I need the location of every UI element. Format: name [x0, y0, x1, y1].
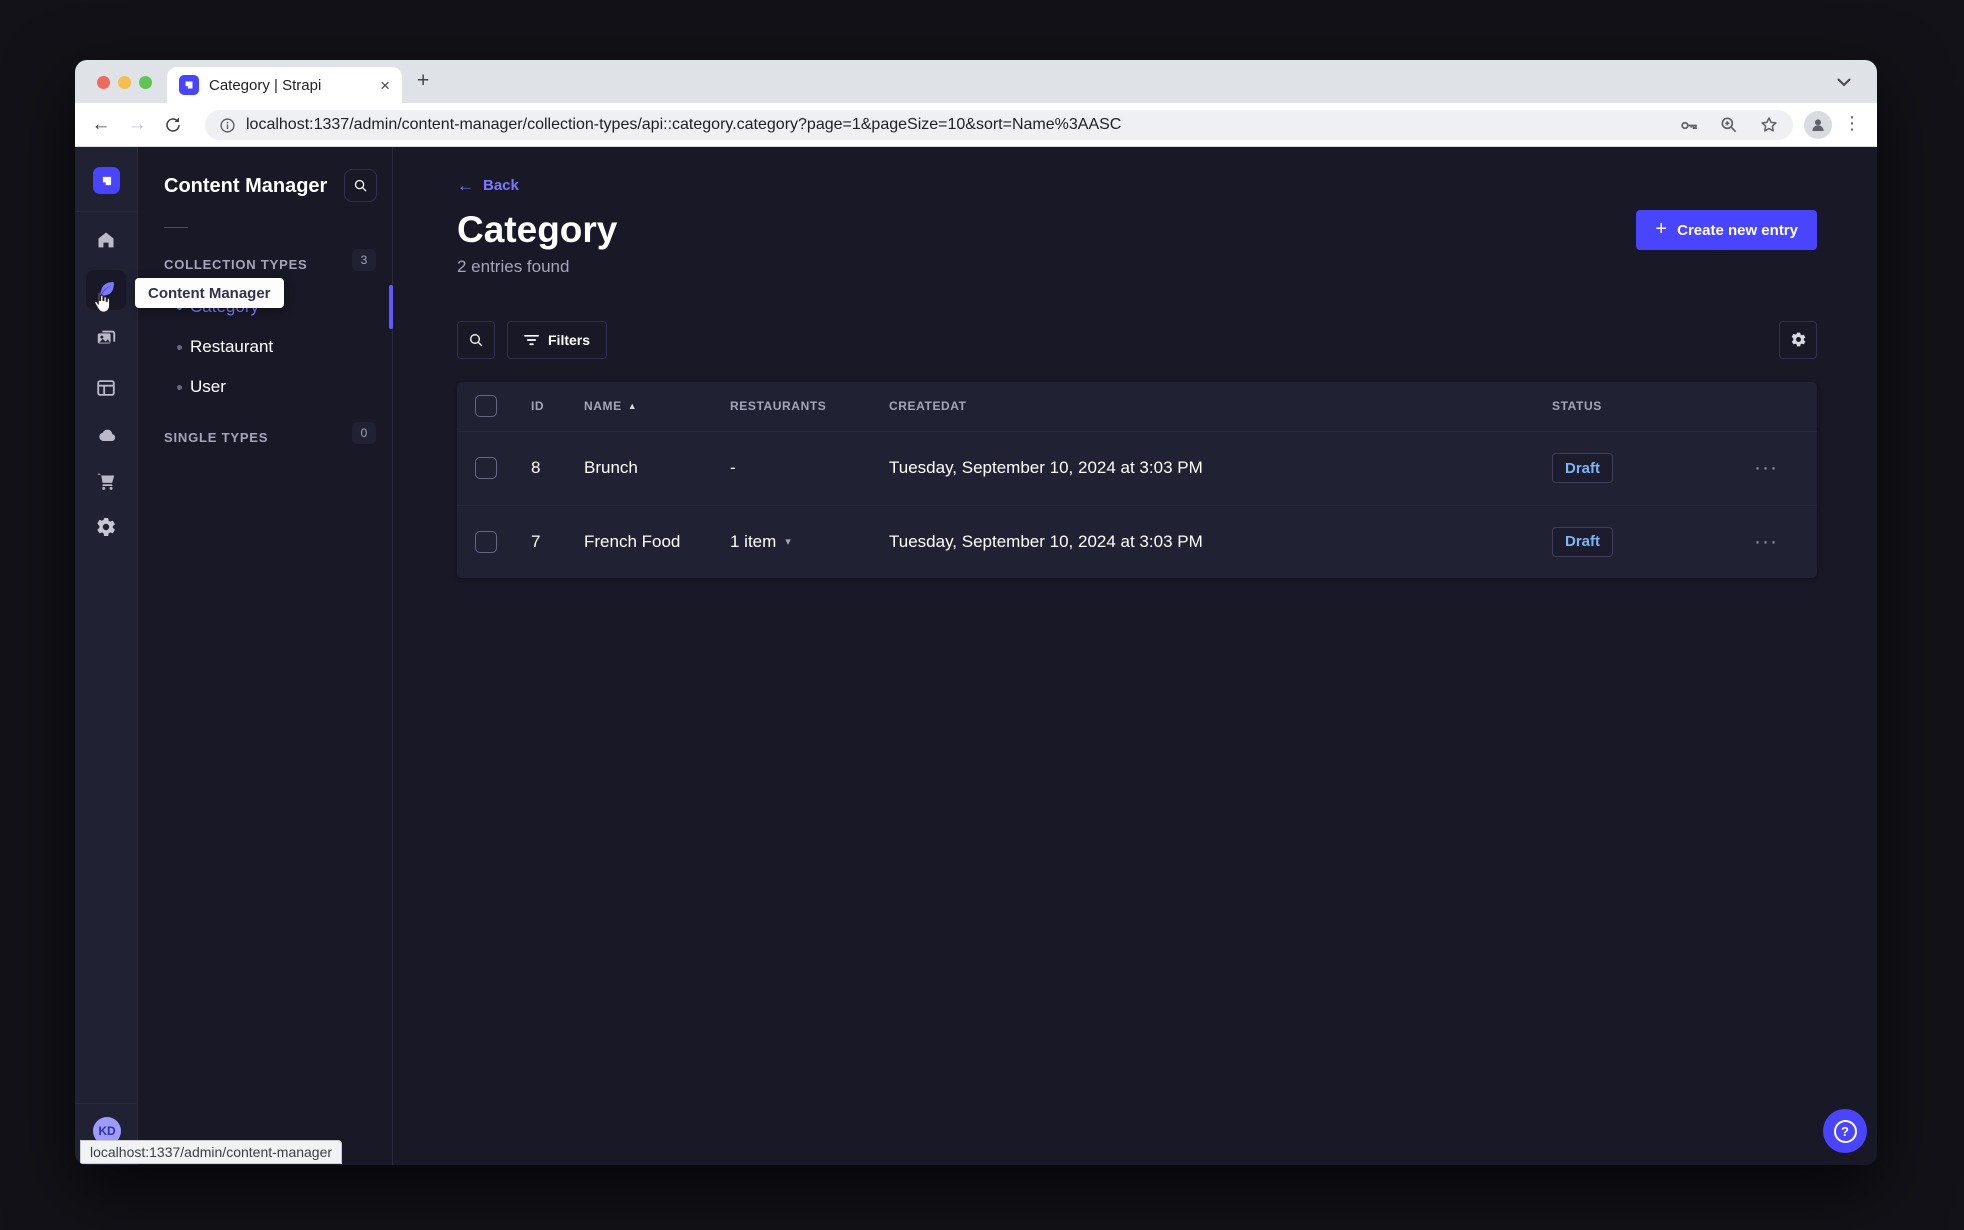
sidebar-item-restaurant[interactable]: Restaurant: [138, 327, 392, 367]
cell-createdat: Tuesday, September 10, 2024 at 3:03 PM: [889, 531, 1203, 551]
entries-table: ID NAME ▲ RESTAURANTS CREATEDAT STATUS 8…: [457, 381, 1817, 578]
cell-restaurants: -: [730, 458, 736, 478]
column-header-restaurants[interactable]: RESTAURANTS: [730, 399, 889, 413]
table-settings-button[interactable]: [1779, 320, 1817, 359]
browser-window: Category | Strapi × + ← → localhost:1337…: [75, 60, 1877, 1165]
table-row[interactable]: 7 French Food 1 item ▾ Tuesday, Septembe…: [457, 504, 1817, 578]
cell-name: French Food: [584, 531, 681, 551]
chevron-down-icon: ▾: [785, 536, 791, 549]
column-header-id[interactable]: ID: [531, 399, 584, 413]
collection-types-label: COLLECTION TYPES: [164, 257, 308, 272]
bullet-icon: [177, 384, 182, 390]
maximize-window-button[interactable]: [139, 76, 152, 89]
content-manager-tooltip: Content Manager: [135, 278, 284, 308]
single-types-label: SINGLE TYPES: [164, 430, 269, 445]
browser-profile-avatar[interactable]: [1804, 111, 1832, 139]
back-arrow-icon: ←: [457, 176, 474, 195]
create-new-entry-button[interactable]: + Create new entry: [1636, 210, 1817, 250]
bookmark-star-icon[interactable]: [1759, 115, 1779, 135]
browser-forward-button: →: [127, 113, 147, 135]
browser-back-button[interactable]: ←: [83, 114, 119, 136]
browser-menu-icon[interactable]: ⋮: [1843, 113, 1861, 134]
content-type-builder-icon[interactable]: [86, 368, 126, 408]
browser-toolbar: ← → localhost:1337/admin/content-manager…: [75, 103, 1877, 147]
table-row[interactable]: 8 Brunch - Tuesday, September 10, 2024 a…: [457, 432, 1817, 505]
row-actions-menu-icon[interactable]: ···: [1742, 456, 1817, 480]
collection-types-count-badge: 3: [352, 249, 376, 271]
bullet-icon: [177, 344, 182, 350]
filter-icon: [524, 334, 539, 345]
status-badge: Draft: [1552, 526, 1614, 557]
cloud-icon[interactable]: [86, 416, 126, 456]
search-icon: [470, 333, 483, 347]
tab-close-icon[interactable]: ×: [380, 77, 390, 94]
help-button[interactable]: ?: [1823, 1109, 1867, 1153]
page-info-icon[interactable]: [219, 117, 236, 134]
password-key-icon[interactable]: [1678, 115, 1699, 136]
browser-reload-button[interactable]: [155, 116, 191, 134]
tab-search-chevron-icon[interactable]: [1829, 68, 1859, 96]
media-library-icon[interactable]: [86, 318, 126, 358]
browser-status-bar: localhost:1337/admin/content-manager: [80, 1140, 343, 1164]
browser-tab[interactable]: Category | Strapi ×: [167, 67, 402, 103]
table-header-row: ID NAME ▲ RESTAURANTS CREATEDAT STATUS: [457, 382, 1817, 432]
strapi-app: KD Content Manager COLLECTION TYPES 3 Ca…: [75, 147, 1877, 1165]
settings-gear-icon[interactable]: [86, 507, 126, 547]
plus-icon: +: [1655, 218, 1668, 240]
cell-restaurants[interactable]: 1 item ▾: [730, 532, 889, 552]
browser-tab-strip: Category | Strapi × +: [75, 60, 1877, 103]
url-bar[interactable]: localhost:1337/admin/content-manager/col…: [205, 110, 1793, 140]
zoom-icon[interactable]: [1719, 115, 1739, 135]
strapi-logo-icon[interactable]: [93, 167, 120, 194]
new-tab-button[interactable]: +: [417, 70, 429, 91]
panel-title: Content Manager: [164, 175, 328, 197]
back-link[interactable]: ← Back: [457, 177, 519, 194]
table-search-button[interactable]: [457, 320, 495, 359]
cell-id: 8: [531, 458, 541, 478]
tab-title: Category | Strapi: [209, 76, 322, 94]
cell-id: 7: [531, 531, 541, 551]
select-all-checkbox[interactable]: [475, 395, 497, 418]
close-window-button[interactable]: [97, 76, 110, 89]
status-badge: Draft: [1552, 453, 1614, 484]
url-text[interactable]: localhost:1337/admin/content-manager/col…: [246, 116, 1666, 134]
strapi-favicon-icon: [179, 75, 199, 95]
cell-name: Brunch: [584, 458, 638, 478]
sort-ascending-icon: ▲: [627, 401, 638, 412]
question-mark-icon: ?: [1833, 1119, 1857, 1143]
column-header-createdat[interactable]: CREATEDAT: [889, 399, 1552, 413]
filters-button[interactable]: Filters: [507, 320, 608, 359]
minimize-window-button[interactable]: [118, 76, 131, 89]
entries-count-text: 2 entries found: [457, 256, 570, 276]
panel-divider: [164, 227, 188, 228]
main-content: ← Back Category + Create new entry 2 ent…: [393, 147, 1877, 1165]
single-types-count-badge: 0: [352, 422, 376, 444]
window-controls: [97, 76, 152, 89]
cell-createdat: Tuesday, September 10, 2024 at 3:03 PM: [889, 458, 1203, 478]
marketplace-cart-icon[interactable]: [86, 461, 126, 501]
home-icon[interactable]: [86, 220, 126, 260]
mouse-cursor: [89, 290, 113, 321]
page-title: Category: [457, 209, 618, 250]
sidebar-item-user[interactable]: User: [138, 367, 392, 407]
row-checkbox[interactable]: [475, 457, 497, 480]
column-header-name[interactable]: NAME ▲: [584, 399, 730, 413]
gear-icon: [1791, 332, 1805, 347]
column-header-status[interactable]: STATUS: [1552, 399, 1742, 413]
row-actions-menu-icon[interactable]: ···: [1742, 530, 1817, 554]
row-checkbox[interactable]: [475, 530, 497, 553]
panel-search-button[interactable]: [344, 169, 377, 202]
